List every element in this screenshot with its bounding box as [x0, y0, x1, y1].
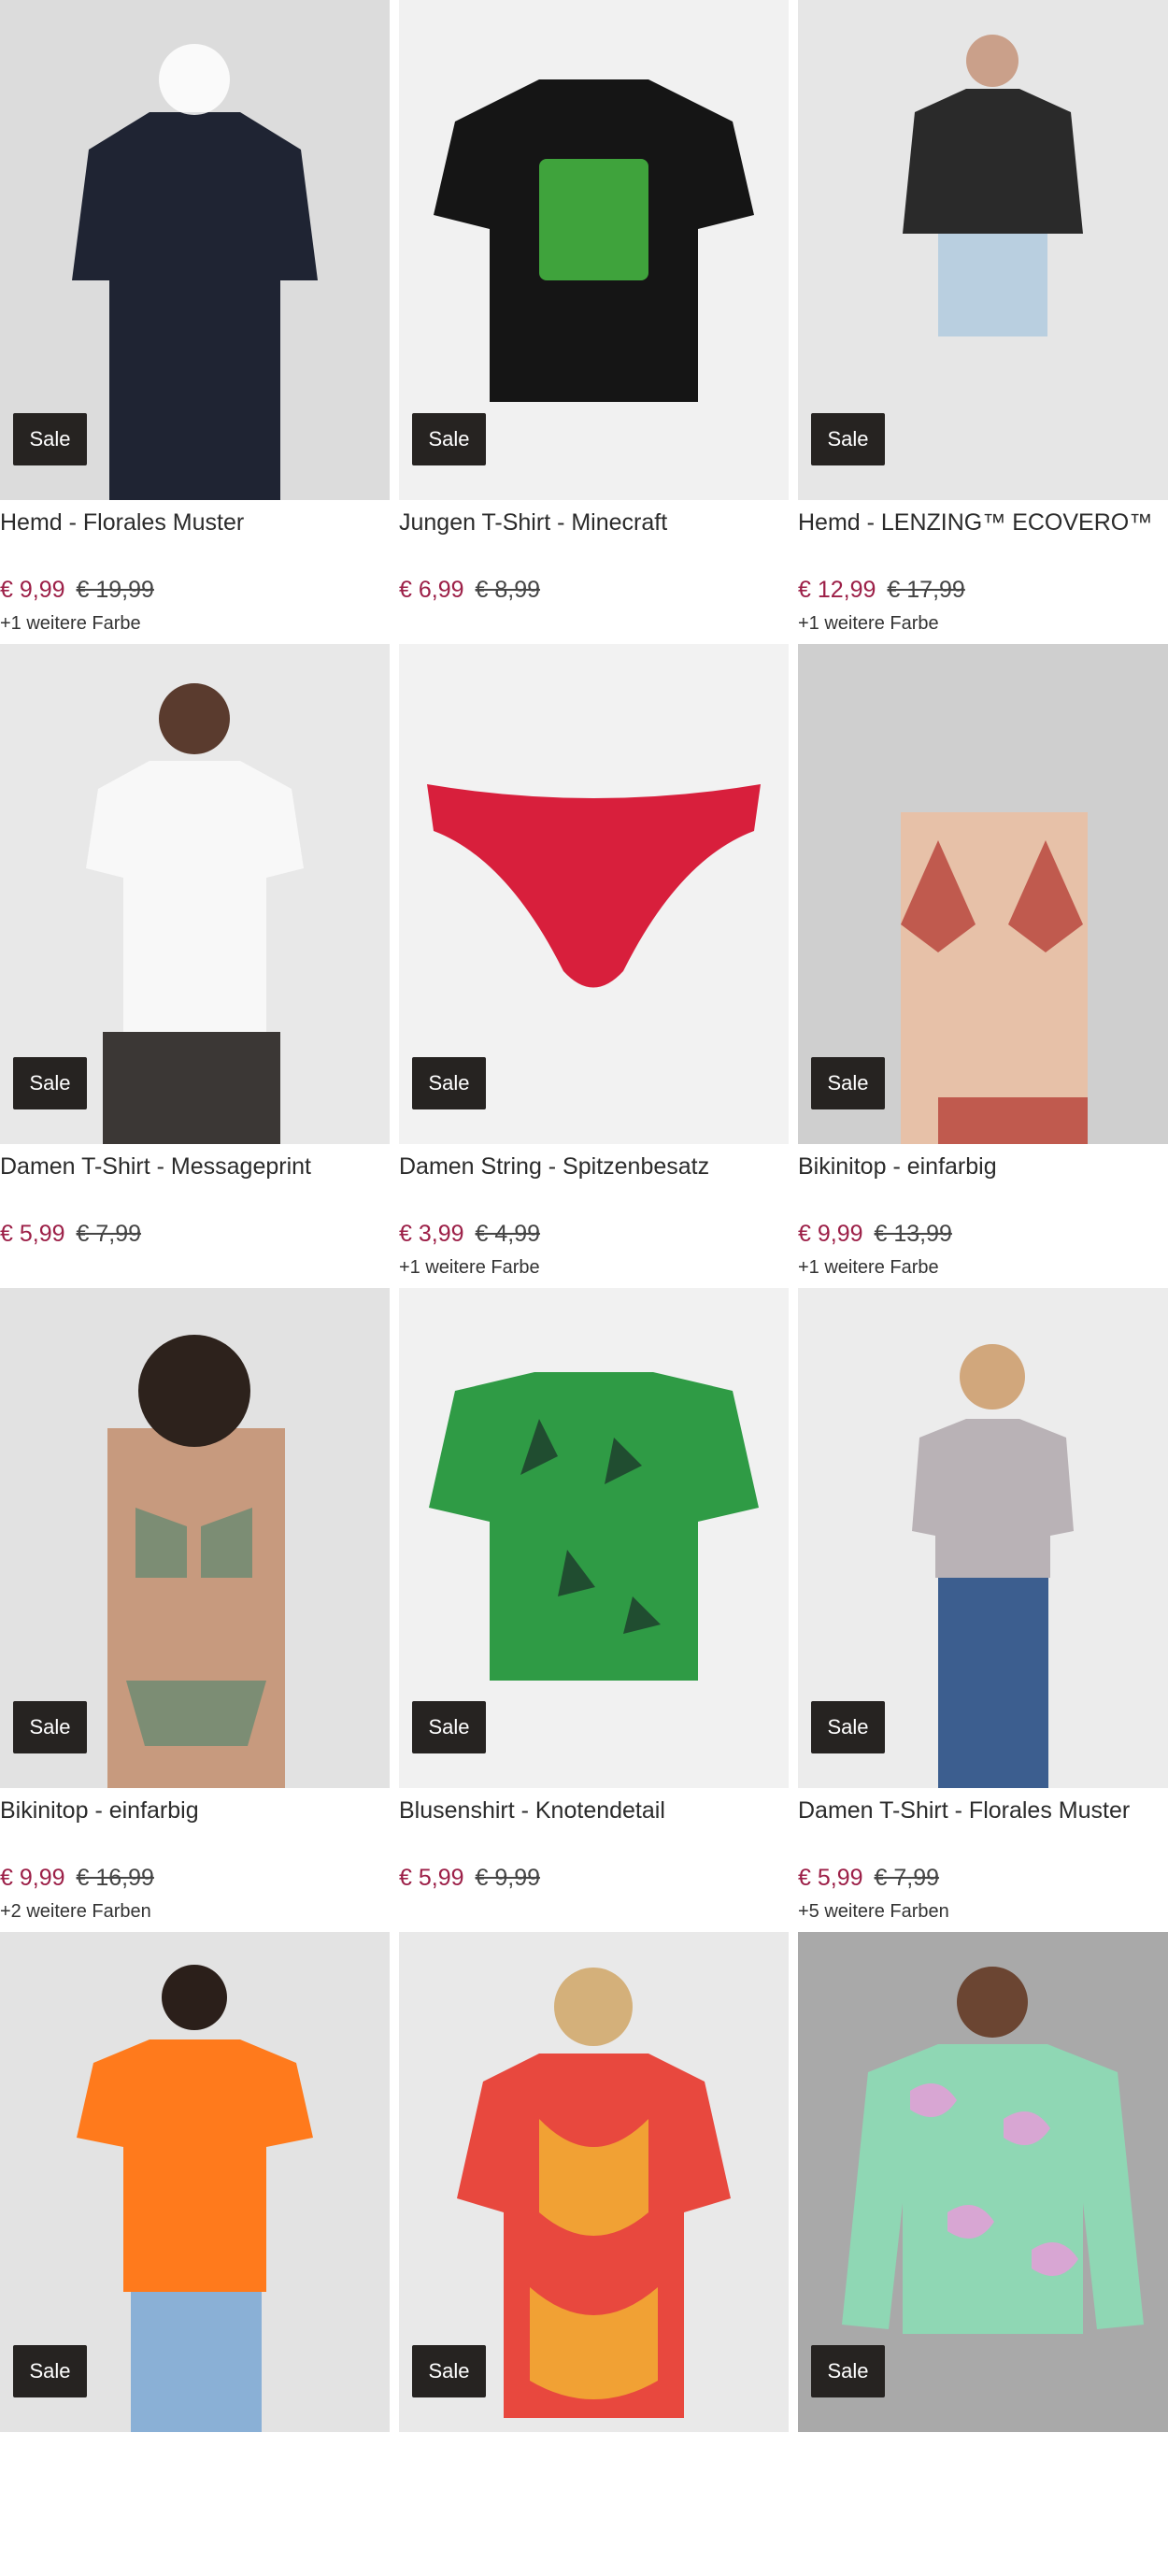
product-tile[interactable]: Sale Blusenshirt - Knotendetail € 5,99 € …	[399, 1288, 789, 1932]
original-price: € 16,99	[76, 1865, 154, 1891]
sale-badge: Sale	[811, 1701, 885, 1753]
sale-price: € 3,99	[399, 1221, 464, 1247]
product-tile[interactable]: Sale Damen String - Spitzenbesatz € 3,99…	[399, 644, 789, 1288]
product-tile[interactable]: Sale Bikinitop - einfarbig € 9,99 € 13,99…	[798, 644, 1168, 1288]
product-tile[interactable]: Sale Hemd - Florales Muster € 9,99 € 19,9…	[0, 0, 390, 644]
product-tile[interactable]: Sale Jungen T-Shirt - Minecraft € 6,99 € …	[399, 0, 789, 644]
product-prices	[399, 2506, 410, 2538]
product-prices: € 5,99 € 7,99	[798, 1862, 939, 1894]
more-colors: +1 weitere Farbe	[0, 613, 141, 634]
more-colors: +2 weitere Farben	[0, 1901, 151, 1922]
product-title[interactable]: Damen String - Spitzenbesatz	[399, 1151, 709, 1182]
more-colors: +1 weitere Farbe	[798, 1257, 939, 1278]
product-title[interactable]: Blusenshirt - Knotendetail	[399, 1795, 665, 1826]
product-tile[interactable]: Sale	[0, 1932, 390, 2576]
original-price: € 19,99	[76, 577, 154, 603]
product-prices	[798, 2506, 809, 2538]
product-prices: € 6,99 € 8,99	[399, 574, 540, 606]
product-prices: € 12,99 € 17,99	[798, 574, 965, 606]
product-title[interactable]: Bikinitop - einfarbig	[798, 1151, 997, 1182]
sale-badge: Sale	[412, 413, 486, 465]
sale-badge: Sale	[811, 2345, 885, 2397]
original-price: € 7,99	[76, 1221, 142, 1247]
product-tile[interactable]: Sale	[798, 1932, 1168, 2576]
product-prices: € 9,99 € 19,99	[0, 574, 154, 606]
original-price: € 9,99	[475, 1865, 541, 1891]
original-price: € 8,99	[475, 577, 541, 603]
sale-price: € 9,99	[798, 1221, 863, 1247]
original-price: € 7,99	[874, 1865, 940, 1891]
sale-badge: Sale	[811, 413, 885, 465]
product-prices: € 5,99 € 9,99	[399, 1862, 540, 1894]
sale-price: € 5,99	[399, 1865, 464, 1891]
product-title[interactable]: Hemd - LENZING™ ECOVERO™	[798, 507, 1152, 538]
product-title[interactable]: Damen T-Shirt - Messageprint	[0, 1151, 311, 1182]
sale-badge: Sale	[13, 1701, 87, 1753]
product-prices: € 3,99 € 4,99	[399, 1218, 540, 1250]
product-grid: Sale Hemd - Florales Muster € 9,99 € 19,9…	[0, 0, 1168, 2576]
product-prices	[0, 2506, 11, 2538]
sale-badge: Sale	[412, 1701, 486, 1753]
product-tile[interactable]: Sale Damen T-Shirt - Messageprint € 5,99…	[0, 644, 390, 1288]
sale-badge: Sale	[811, 1057, 885, 1109]
product-prices: € 9,99 € 16,99	[0, 1862, 154, 1894]
sale-price: € 5,99	[0, 1221, 65, 1247]
product-title[interactable]: Bikinitop - einfarbig	[0, 1795, 199, 1826]
product-tile[interactable]: Sale Damen T-Shirt - Florales Muster € 5…	[798, 1288, 1168, 1932]
more-colors: +1 weitere Farbe	[798, 613, 939, 634]
original-price: € 13,99	[874, 1221, 952, 1247]
original-price: € 4,99	[475, 1221, 541, 1247]
product-title[interactable]: Damen T-Shirt - Florales Muster	[798, 1795, 1130, 1826]
sale-price: € 9,99	[0, 1865, 65, 1891]
sale-price: € 5,99	[798, 1865, 863, 1891]
sale-price: € 12,99	[798, 577, 876, 603]
product-prices: € 5,99 € 7,99	[0, 1218, 141, 1250]
product-tile[interactable]: Sale Bikinitop - einfarbig € 9,99 € 16,99…	[0, 1288, 390, 1932]
sale-badge: Sale	[412, 1057, 486, 1109]
sale-price: € 6,99	[399, 577, 464, 603]
product-title[interactable]: Jungen T-Shirt - Minecraft	[399, 507, 667, 538]
more-colors: +1 weitere Farbe	[399, 1257, 540, 1278]
product-tile[interactable]: Sale	[399, 1932, 789, 2576]
product-prices: € 9,99 € 13,99	[798, 1218, 952, 1250]
sale-badge: Sale	[13, 2345, 87, 2397]
sale-badge: Sale	[13, 413, 87, 465]
sale-badge: Sale	[412, 2345, 486, 2397]
original-price: € 17,99	[887, 577, 965, 603]
sale-price: € 9,99	[0, 577, 65, 603]
product-title[interactable]: Hemd - Florales Muster	[0, 507, 244, 538]
sale-badge: Sale	[13, 1057, 87, 1109]
more-colors: +5 weitere Farben	[798, 1901, 949, 1922]
product-tile[interactable]: Sale Hemd - LENZING™ ECOVERO™ € 12,99 € 1…	[798, 0, 1168, 644]
